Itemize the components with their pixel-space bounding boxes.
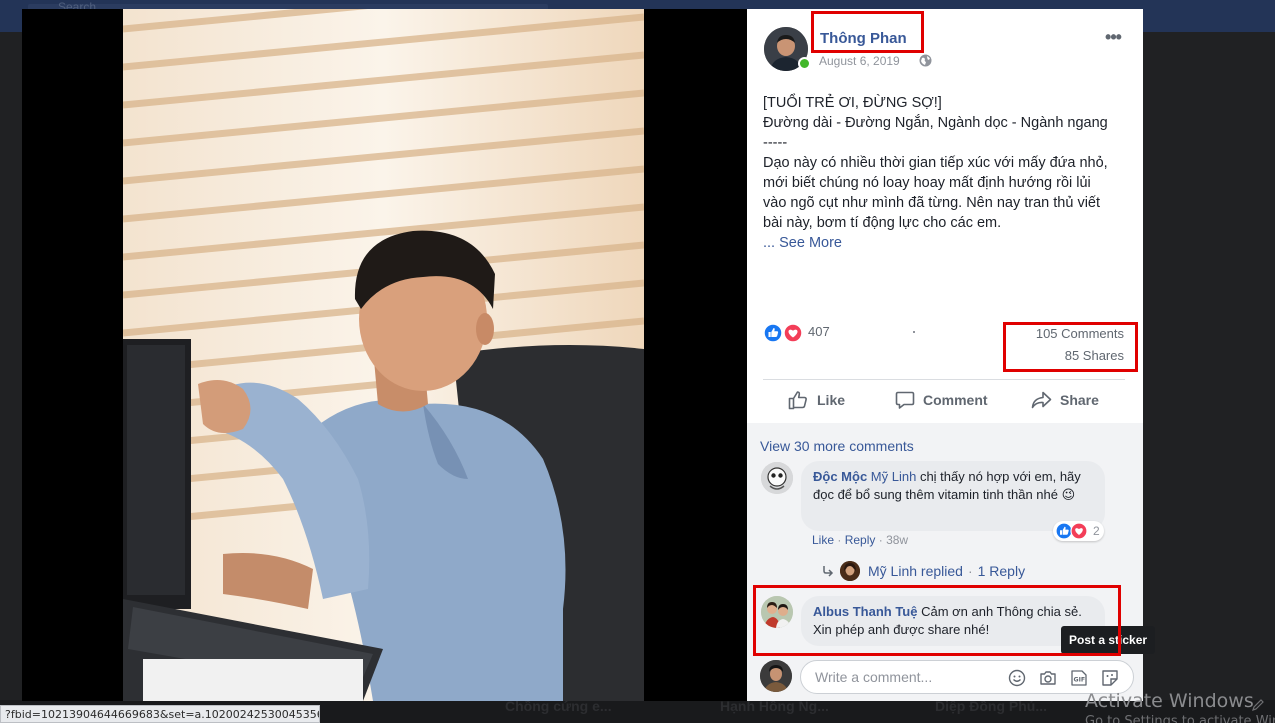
post-photo-image bbox=[123, 9, 644, 701]
post-text-line: ----- bbox=[763, 135, 788, 151]
post-text-line: Dạo này có nhiều thời gian tiếp xúc với … bbox=[763, 155, 1112, 231]
svg-text:GIF: GIF bbox=[1074, 677, 1086, 684]
post-photo[interactable] bbox=[123, 9, 644, 701]
post-author-name[interactable]: Thông Phan bbox=[820, 30, 907, 47]
comments-count-link[interactable]: 105 Comments bbox=[1007, 326, 1124, 341]
more-options-icon[interactable]: ••• bbox=[1101, 28, 1125, 48]
gif-icon[interactable]: GIF bbox=[1070, 669, 1088, 687]
shares-count-link[interactable]: 85 Shares bbox=[1007, 348, 1124, 363]
like-love-small-icon bbox=[1055, 522, 1088, 540]
post-text-line: Đường dài - Đường Ngắn, Ngành dọc - Ngàn… bbox=[763, 115, 1108, 131]
activate-windows-subtitle: Go to Settings to activate Windows. bbox=[1085, 714, 1275, 723]
reply-count: 1 Reply bbox=[977, 563, 1026, 579]
comment-avatar[interactable] bbox=[761, 462, 793, 494]
view-more-comments-link[interactable]: View 30 more comments bbox=[760, 438, 914, 454]
activate-windows-title: Activate Windows bbox=[1085, 690, 1254, 712]
comment-avatar-image bbox=[761, 596, 793, 628]
comment-author[interactable]: Albus Thanh Tuệ bbox=[813, 604, 917, 619]
comment-composer[interactable]: GIF bbox=[800, 660, 1134, 694]
comment-time[interactable]: 38w bbox=[886, 533, 908, 547]
reply-arrow-icon bbox=[823, 566, 834, 577]
comment-reaction-count: 2 bbox=[1093, 524, 1100, 538]
browser-status-url: ?fbid=10213904644669683&set=a.1020024253… bbox=[0, 705, 320, 723]
share-button[interactable]: Share bbox=[1031, 389, 1099, 411]
replies-link[interactable]: Mỹ Linh replied · 1 Reply bbox=[822, 560, 1025, 582]
action-bar-divider bbox=[763, 379, 1125, 380]
thumbs-up-icon bbox=[788, 391, 807, 410]
comment-avatar-image bbox=[761, 462, 793, 494]
reaction-count[interactable]: 407 bbox=[808, 324, 830, 339]
comment-icon bbox=[895, 391, 915, 409]
replied-by-text: Mỹ Linh replied bbox=[868, 563, 963, 579]
post-text-line: [TUỔI TRẺ ƠI, ĐỪNG SỢ!] bbox=[763, 95, 942, 111]
comment-avatar[interactable] bbox=[761, 596, 793, 628]
comment-meta: Like · Reply · 38w bbox=[812, 533, 909, 547]
online-status-icon bbox=[798, 57, 811, 70]
reply-avatar-image bbox=[840, 561, 860, 581]
emoji-icon[interactable] bbox=[1008, 669, 1026, 687]
like-button-label: Like bbox=[817, 392, 846, 408]
camera-icon[interactable] bbox=[1039, 669, 1057, 687]
comment-like-link[interactable]: Like bbox=[812, 533, 834, 547]
comment-button-label: Comment bbox=[923, 392, 988, 408]
comment-reply-link[interactable]: Reply bbox=[845, 533, 876, 547]
composer-avatar-image bbox=[760, 660, 792, 692]
reply-avatar bbox=[840, 561, 860, 581]
like-button[interactable]: Like bbox=[788, 389, 845, 411]
post-body: [TUỔI TRẺ ƠI, ĐỪNG SỢ!] Đường dài - Đườn… bbox=[763, 93, 1118, 253]
separator-dot bbox=[913, 331, 915, 333]
share-icon bbox=[1031, 391, 1052, 409]
wink-emoji: 😉 bbox=[1061, 487, 1076, 502]
sticker-icon[interactable] bbox=[1101, 669, 1119, 687]
see-more-link[interactable]: ... See More bbox=[763, 235, 842, 251]
share-button-label: Share bbox=[1060, 392, 1099, 408]
comment-reactions[interactable]: 2 bbox=[1053, 521, 1104, 541]
comment-tagged-user[interactable]: Mỹ Linh bbox=[871, 469, 917, 484]
comment-input[interactable] bbox=[815, 669, 1005, 685]
comment-bubble: Albus Thanh Tuệ Cảm ơn anh Thông chia sẻ… bbox=[801, 596, 1105, 646]
sticker-tooltip: Post a sticker bbox=[1061, 626, 1156, 654]
comment-author[interactable]: Độc Mộc bbox=[813, 469, 867, 484]
globe-icon bbox=[919, 54, 932, 67]
comment-button[interactable]: Comment bbox=[895, 389, 988, 411]
like-love-reaction-icon[interactable] bbox=[763, 323, 805, 343]
edit-pencil-icon bbox=[1252, 699, 1264, 711]
composer-avatar bbox=[760, 660, 792, 692]
post-date[interactable]: August 6, 2019 bbox=[819, 54, 900, 68]
